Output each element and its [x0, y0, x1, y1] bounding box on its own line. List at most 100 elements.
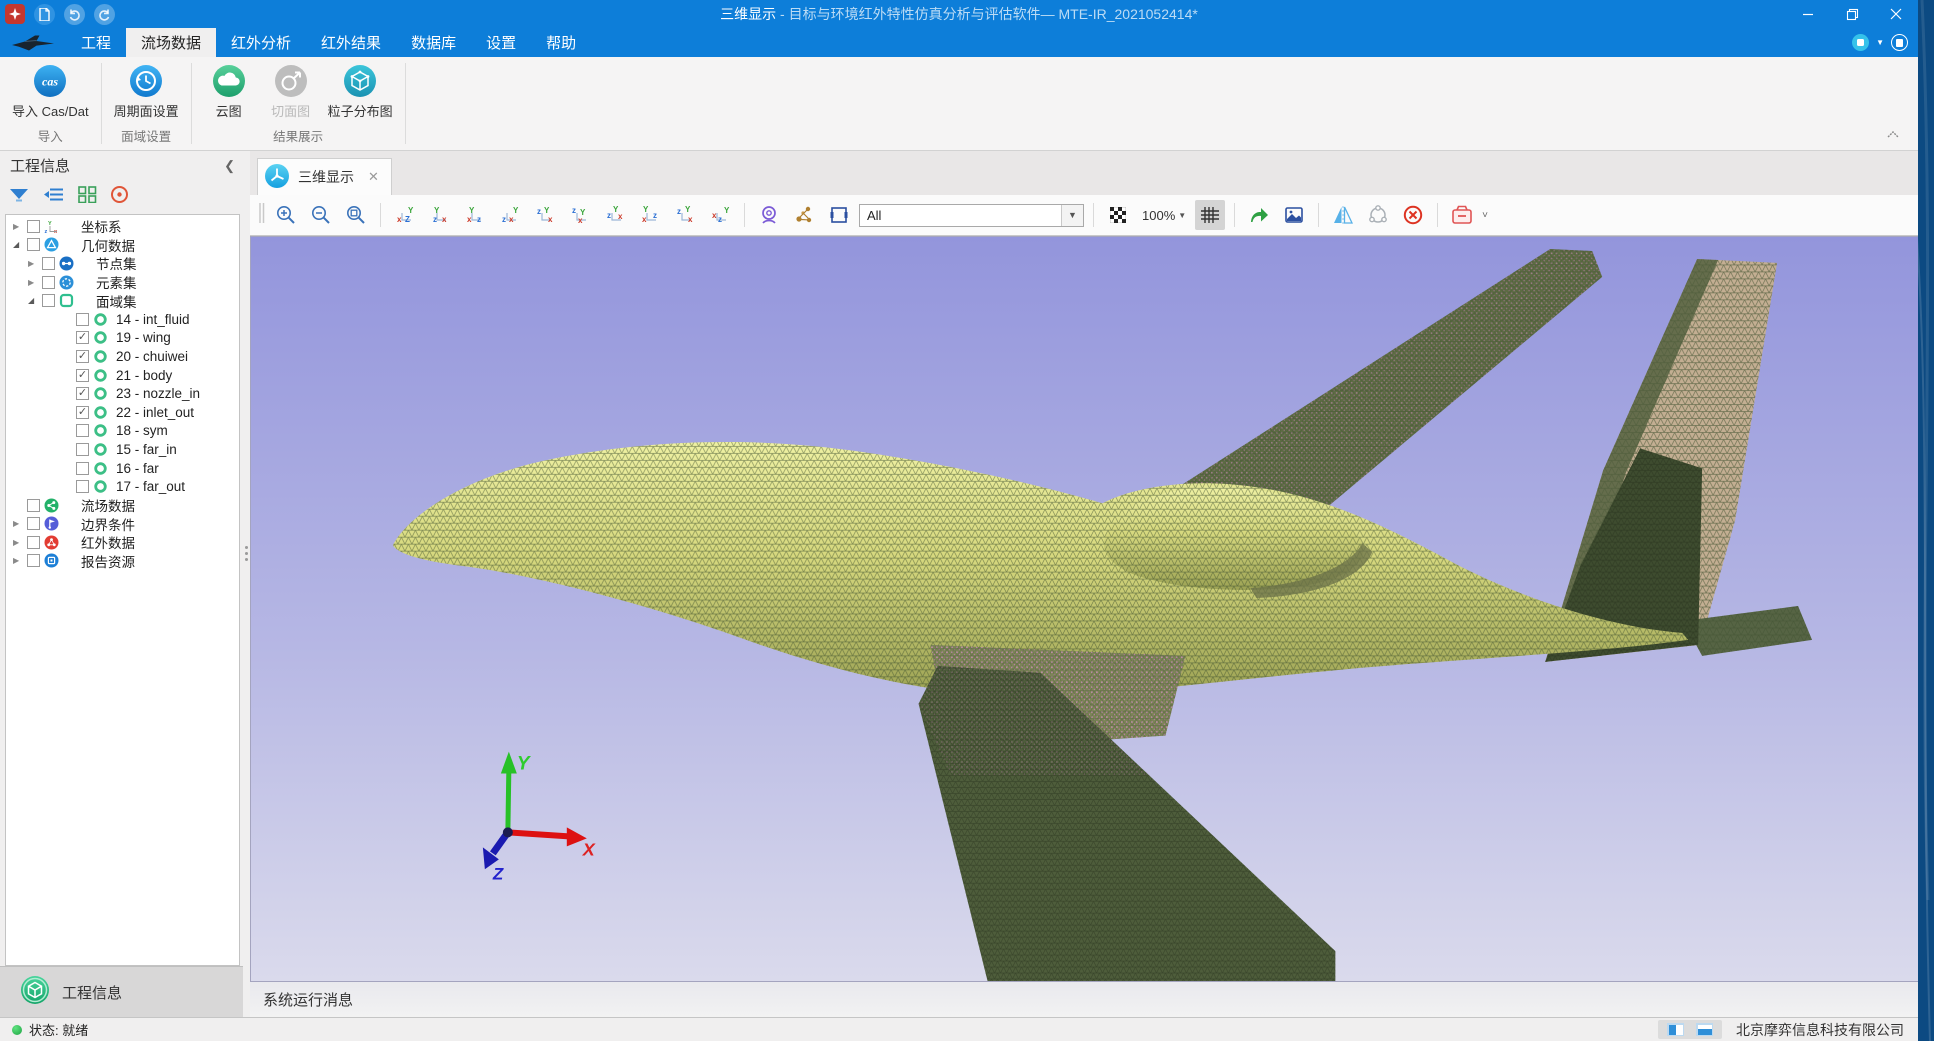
tree-checkbox[interactable]	[42, 294, 55, 307]
menu-item-ir-analysis[interactable]: 红外分析	[216, 28, 306, 57]
combobox-dropdown-icon[interactable]: ▼	[1061, 205, 1083, 226]
filter-icon[interactable]	[8, 186, 30, 208]
undo-icon[interactable]	[64, 4, 85, 25]
view-right-icon[interactable]: zxY	[495, 200, 525, 230]
app-logo-icon[interactable]	[5, 4, 25, 24]
tree-checkbox[interactable]	[27, 517, 40, 530]
tab-close-icon[interactable]: ✕	[368, 169, 379, 185]
snapshot-icon[interactable]	[1279, 200, 1309, 230]
view-bottom-icon[interactable]: zYx	[565, 200, 595, 230]
tree-checkbox[interactable]: ✓	[76, 369, 89, 382]
zoom-percent[interactable]: 100%▼	[1138, 208, 1190, 223]
expander-collapsed-icon[interactable]: ▶	[13, 222, 27, 231]
expander-collapsed-icon[interactable]: ▶	[13, 519, 27, 528]
locate-target-icon[interactable]	[110, 185, 129, 209]
new-document-icon[interactable]	[34, 4, 55, 25]
ribbon-collapse-icon[interactable]	[1886, 126, 1900, 144]
tab-3d-display[interactable]: 三维显示 ✕	[257, 158, 392, 195]
toggle-left-panel-icon[interactable]	[1667, 1023, 1684, 1036]
tree-checkbox[interactable]: ✓	[76, 406, 89, 419]
toggle-bottom-panel-icon[interactable]	[1696, 1023, 1713, 1036]
tree-checkbox[interactable]: ✓	[76, 387, 89, 400]
style-switch-icon[interactable]	[1852, 34, 1869, 51]
theme-icon[interactable]	[1891, 34, 1908, 51]
period-face-button[interactable]: 周期面设置	[108, 60, 185, 123]
expander-collapsed-icon[interactable]: ▶	[28, 259, 42, 268]
tree-checkbox[interactable]	[76, 313, 89, 326]
tree-checkbox[interactable]: ✓	[76, 331, 89, 344]
redo-icon[interactable]	[94, 4, 115, 25]
particles-icon[interactable]	[789, 200, 819, 230]
view-left-icon[interactable]: Yxz	[460, 200, 490, 230]
tree-item[interactable]: ▶边界条件	[6, 515, 239, 534]
viewport-3d[interactable]: Y X Z	[250, 236, 1918, 982]
delete-icon[interactable]	[1398, 200, 1428, 230]
tree-checkbox[interactable]	[27, 499, 40, 512]
tree-checkbox[interactable]	[76, 424, 89, 437]
view-front-icon[interactable]: xZY	[390, 200, 420, 230]
box-select-icon[interactable]	[824, 200, 854, 230]
tree-item[interactable]: ▶元素集	[6, 273, 239, 292]
layer-combobox[interactable]: All ▼	[859, 204, 1084, 227]
slice-plot-button[interactable]: 切面图	[260, 60, 322, 123]
panel-splitter[interactable]	[243, 151, 250, 1017]
collapse-all-icon[interactable]	[43, 186, 65, 208]
tree-checkbox[interactable]	[27, 554, 40, 567]
grid-toggle-icon[interactable]	[1195, 200, 1225, 230]
expander-expanded-icon[interactable]: ◢	[28, 296, 42, 305]
expander-expanded-icon[interactable]: ◢	[13, 240, 27, 249]
menu-item-settings[interactable]: 设置	[471, 28, 531, 57]
tree-checkbox[interactable]	[27, 220, 40, 233]
tree-item[interactable]: ✓21 - body	[6, 366, 239, 385]
expander-collapsed-icon[interactable]: ▶	[13, 556, 27, 565]
save-dropdown-icon[interactable]: ˅	[1482, 210, 1488, 221]
panel-collapse-icon[interactable]: ❮	[224, 158, 235, 174]
group-view-icon[interactable]	[78, 186, 97, 208]
tree-item[interactable]: ◢几何数据	[6, 236, 239, 255]
menu-item-engineering[interactable]: 工程	[66, 28, 126, 57]
toolbar-drag-handle[interactable]	[258, 201, 266, 230]
tree-checkbox[interactable]	[76, 443, 89, 456]
tree-checkbox[interactable]	[27, 238, 40, 251]
view-iso-2-icon[interactable]: Yxz	[635, 200, 665, 230]
tree-checkbox[interactable]	[76, 480, 89, 493]
expander-collapsed-icon[interactable]: ▶	[13, 538, 27, 547]
style-dropdown-icon[interactable]: ▼	[1876, 38, 1884, 47]
particle-plot-button[interactable]: 粒子分布图	[322, 60, 399, 123]
tree-item[interactable]: 14 - int_fluid	[6, 310, 239, 329]
import-casdat-button[interactable]: cas 导入 Cas/Dat	[6, 60, 95, 123]
menu-item-database[interactable]: 数据库	[396, 28, 471, 57]
view-iso-1-icon[interactable]: zYx	[600, 200, 630, 230]
tree-item[interactable]: ✓19 - wing	[6, 329, 239, 348]
zoom-in-icon[interactable]	[271, 200, 301, 230]
tree-item[interactable]: 17 - far_out	[6, 477, 239, 496]
maximize-button[interactable]	[1830, 0, 1874, 28]
close-button[interactable]	[1874, 0, 1918, 28]
panel-footer[interactable]: 工程信息	[0, 966, 243, 1017]
export-arrow-icon[interactable]	[1244, 200, 1274, 230]
tree-item[interactable]: 15 - far_in	[6, 440, 239, 459]
tree-checkbox[interactable]	[42, 257, 55, 270]
tree-item[interactable]: ▶报告资源	[6, 552, 239, 571]
tree-item[interactable]: ✓20 - chuiwei	[6, 347, 239, 366]
view-iso-3-icon[interactable]: zYx	[670, 200, 700, 230]
menu-item-ir-results[interactable]: 红外结果	[306, 28, 396, 57]
tree-item[interactable]: ▶Yzx坐标系	[6, 217, 239, 236]
tree-checkbox[interactable]	[76, 462, 89, 475]
tree-item[interactable]: 18 - sym	[6, 422, 239, 441]
tree-item[interactable]: ◢面域集	[6, 291, 239, 310]
tree-item[interactable]: ▶红外数据	[6, 533, 239, 552]
tree-checkbox[interactable]	[27, 536, 40, 549]
expander-collapsed-icon[interactable]: ▶	[28, 278, 42, 287]
tree-item[interactable]: 流场数据	[6, 496, 239, 515]
camera-icon[interactable]	[754, 200, 784, 230]
tree-checkbox[interactable]	[42, 276, 55, 289]
cloud-plot-button[interactable]: 云图	[198, 60, 260, 123]
mirror-icon[interactable]	[1328, 200, 1358, 230]
tree-item[interactable]: 16 - far	[6, 459, 239, 478]
save-box-icon[interactable]	[1447, 200, 1477, 230]
zoom-out-icon[interactable]	[306, 200, 336, 230]
view-iso-4-icon[interactable]: xzY	[705, 200, 735, 230]
zoom-fit-icon[interactable]	[341, 200, 371, 230]
tree-item[interactable]: ✓22 - inlet_out	[6, 403, 239, 422]
